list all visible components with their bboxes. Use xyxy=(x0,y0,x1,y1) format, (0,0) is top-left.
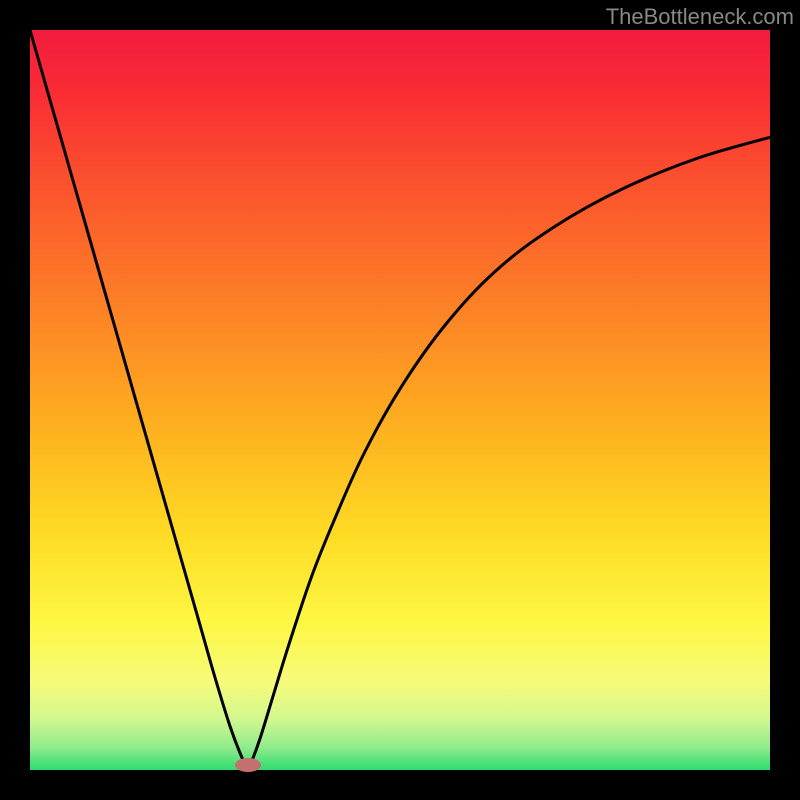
minimum-marker xyxy=(235,758,261,772)
curve-right-branch xyxy=(248,137,770,770)
bottleneck-curve xyxy=(30,30,770,770)
curve-left-branch xyxy=(30,30,248,770)
watermark-text: TheBottleneck.com xyxy=(606,4,794,30)
plot-area xyxy=(30,30,770,770)
